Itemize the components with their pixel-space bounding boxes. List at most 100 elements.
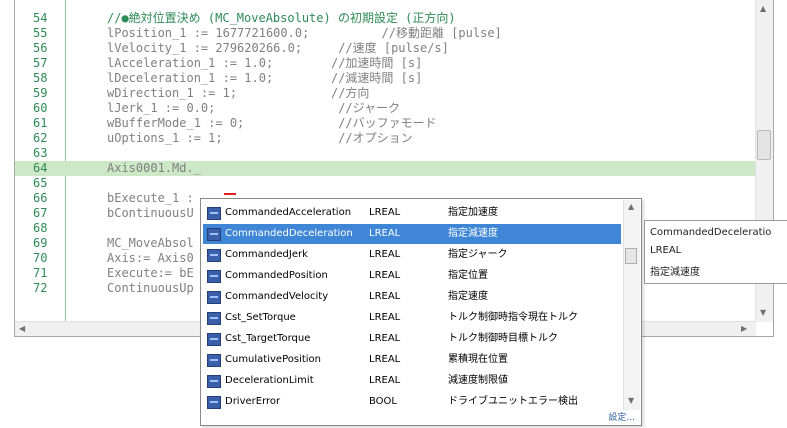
variable-member-icon xyxy=(207,207,221,220)
item-name: CommandedDeceleration xyxy=(225,228,353,239)
item-name: CumulativePosition xyxy=(225,354,322,365)
code-text: lPosition_1 := 1677721600.0; //移動距離 [pul… xyxy=(107,26,502,40)
item-type: LREAL xyxy=(369,270,401,281)
item-name: DecelerationLimit xyxy=(225,375,314,386)
item-description: 指定速度 xyxy=(448,291,488,302)
tooltip-name: CommandedDeceleratio xyxy=(650,227,772,238)
line-number: 66 xyxy=(33,191,48,205)
chevron-down-icon[interactable]: ▼ xyxy=(760,308,766,317)
line-number: 58 xyxy=(33,71,48,85)
code-text: Execute:= bE xyxy=(107,266,194,280)
line-number: 68 xyxy=(33,221,48,235)
autocomplete-item[interactable]: CommandedDeceleration LREAL 指定減速度 xyxy=(203,224,621,244)
code-text: wBufferMode_1 := 0; //バッファモード xyxy=(107,116,437,130)
autocomplete-item[interactable]: CommandedAcceleration LREAL 指定加速度 xyxy=(203,203,621,223)
autocomplete-settings-link[interactable]: 設定... xyxy=(608,410,635,423)
autocomplete-item[interactable]: Cst_TargetTorque LREAL トルク制御時目標トルク xyxy=(203,329,621,349)
line-number: 67 xyxy=(33,206,48,220)
code-text: uOptions_1 := 1; //オプション xyxy=(107,131,413,145)
autocomplete-item[interactable]: DecelerationLimit LREAL 減速度制限値 xyxy=(203,371,621,391)
autocomplete-item[interactable]: CommandedJerk LREAL 指定ジャーク xyxy=(203,245,621,265)
item-description: 指定加速度 xyxy=(448,207,498,218)
item-description: 指定ジャーク xyxy=(448,249,508,260)
item-description: ドライブユニットエラー検出 xyxy=(448,396,578,407)
autocomplete-item[interactable]: Cst_SetTorque LREAL トルク制御時指令現在トルク xyxy=(203,308,621,328)
variable-member-icon xyxy=(207,333,221,346)
code-line[interactable]: 56 lVelocity_1 := 279620266.0; //速度 [puls… xyxy=(15,41,755,56)
code-text: Axis0001.Md._ xyxy=(107,161,201,175)
variable-member-icon xyxy=(207,291,221,304)
chevron-right-icon[interactable]: ▶ xyxy=(741,324,747,333)
code-line[interactable]: 58 lDeceleration_1 := 1.0; //減速時間 [s] xyxy=(15,71,755,86)
autocomplete-scrollbar[interactable]: ▲ ▼ xyxy=(623,200,640,410)
line-number: 54 xyxy=(33,11,48,25)
item-name: Cst_SetTorque xyxy=(225,312,296,323)
item-name: CommandedVelocity xyxy=(225,291,329,302)
line-number: 70 xyxy=(33,251,48,265)
line-number: 56 xyxy=(33,41,48,55)
item-description: 累積現在位置 xyxy=(448,354,508,365)
variable-member-icon xyxy=(207,396,221,409)
item-type: LREAL xyxy=(369,249,401,260)
code-text: lAcceleration_1 := 1.0; //加速時間 [s] xyxy=(107,56,423,70)
code-line[interactable]: 55 lPosition_1 := 1677721600.0; //移動距離 [p… xyxy=(15,26,755,41)
line-number: 72 xyxy=(33,281,48,295)
line-number: 57 xyxy=(33,56,48,70)
chevron-down-icon[interactable]: ▼ xyxy=(628,396,634,405)
code-line[interactable]: 59 wDirection_1 := 1; //方向 xyxy=(15,86,755,101)
item-type: LREAL xyxy=(369,333,401,344)
variable-member-icon xyxy=(207,249,221,262)
variable-member-icon xyxy=(207,228,221,241)
line-number: 62 xyxy=(33,131,48,145)
line-number: 65 xyxy=(33,176,48,190)
code-line[interactable]: 62 uOptions_1 := 1; //オプション xyxy=(15,131,755,146)
item-type: LREAL xyxy=(369,291,401,302)
item-name: DriverError xyxy=(225,396,281,407)
code-text: //●絶対位置決め (MC_MoveAbsolute) の初期設定 (正方向) xyxy=(107,11,456,25)
autocomplete-scroll-thumb[interactable] xyxy=(625,248,637,264)
code-text: wDirection_1 := 1; //方向 xyxy=(107,86,370,100)
chevron-up-icon[interactable]: ▲ xyxy=(760,4,766,13)
chevron-up-icon[interactable]: ▲ xyxy=(628,202,634,211)
item-type: LREAL xyxy=(369,228,401,239)
variable-member-icon xyxy=(207,270,221,283)
variable-member-icon xyxy=(207,354,221,367)
code-text: lDeceleration_1 := 1.0; //減速時間 [s] xyxy=(107,71,423,85)
code-text: bContinuousU xyxy=(107,206,194,220)
autocomplete-item[interactable]: CommandedVelocity LREAL 指定速度 xyxy=(203,287,621,307)
autocomplete-item[interactable]: CumulativePosition LREAL 累積現在位置 xyxy=(203,350,621,370)
code-text: Axis:= Axis0 xyxy=(107,251,194,265)
line-number: 69 xyxy=(33,236,48,250)
code-line[interactable]: 61 wBufferMode_1 := 0; //バッファモード xyxy=(15,116,755,131)
code-line[interactable]: 54 //●絶対位置決め (MC_MoveAbsolute) の初期設定 (正方向… xyxy=(15,11,755,26)
item-description: 減速度制限値 xyxy=(448,375,508,386)
line-number: 59 xyxy=(33,86,48,100)
autocomplete-item[interactable]: CommandedPosition LREAL 指定位置 xyxy=(203,266,621,286)
variable-member-icon xyxy=(207,375,221,388)
item-description: トルク制御時指令現在トルク xyxy=(448,312,578,323)
member-tooltip: CommandedDeceleratio LREAL 指定減速度 xyxy=(644,220,787,284)
line-number: 64 xyxy=(33,161,48,175)
chevron-left-icon[interactable]: ◀ xyxy=(19,324,25,333)
line-number: 60 xyxy=(33,101,48,115)
code-text: ContinuousUp xyxy=(107,281,194,295)
code-line[interactable]: 60 lJerk_1 := 0.0; //ジャーク xyxy=(15,101,755,116)
code-line[interactable]: 65 xyxy=(15,176,755,191)
item-name: CommandedPosition xyxy=(225,270,328,281)
code-line[interactable]: 63 xyxy=(15,146,755,161)
autocomplete-popup[interactable]: CommandedAcceleration LREAL 指定加速度 Commanded… xyxy=(200,198,642,426)
line-number: 61 xyxy=(33,116,48,130)
item-description: 指定位置 xyxy=(448,270,488,281)
code-text: bExecute_1 : xyxy=(107,191,194,205)
item-type: LREAL xyxy=(369,354,401,365)
item-description: トルク制御時目標トルク xyxy=(448,333,558,344)
code-line[interactable]: 57 lAcceleration_1 := 1.0; //加速時間 [s] xyxy=(15,56,755,71)
code-text: lJerk_1 := 0.0; //ジャーク xyxy=(107,101,401,115)
code-text: lVelocity_1 := 279620266.0; //速度 [pulse/… xyxy=(107,41,449,55)
line-number: 63 xyxy=(33,146,48,160)
autocomplete-item[interactable]: DriverError BOOL ドライブユニットエラー検出 xyxy=(203,392,621,412)
editor-scroll-thumb[interactable] xyxy=(757,130,771,160)
line-number: 55 xyxy=(33,26,48,40)
tooltip-description: 指定減速度 xyxy=(650,267,700,278)
code-line-active[interactable]: 64 Axis0001.Md._ xyxy=(15,161,755,176)
